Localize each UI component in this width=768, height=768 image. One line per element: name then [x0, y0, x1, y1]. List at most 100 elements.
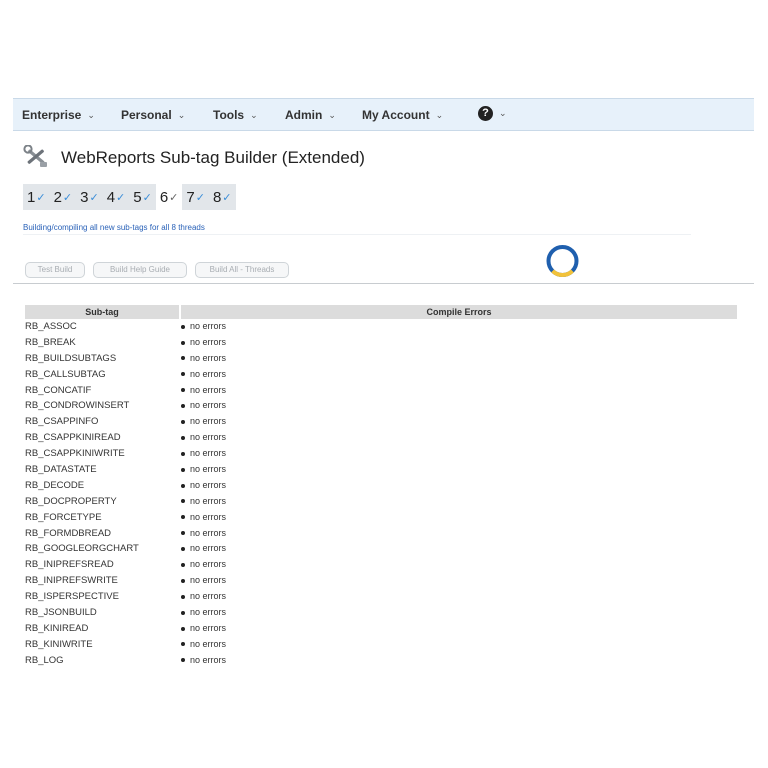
thread-step-6[interactable]: 6 ✓: [155, 184, 183, 210]
compile-errors-text: no errors: [190, 384, 227, 395]
step-number: 7: [186, 188, 195, 206]
thread-step-3[interactable]: 3 ✓: [76, 184, 103, 210]
subtag-name: RB_INIPREFSREAD: [25, 559, 114, 571]
checkmark-icon: ✓: [62, 191, 73, 204]
thread-steps: 1 ✓ 2 ✓ 3 ✓ 4 ✓ 5 ✓ 6 ✓ 7 ✓ 8 ✓: [23, 184, 236, 210]
build-help-guide-button[interactable]: Build Help Guide: [93, 262, 187, 278]
spinner-icon: [546, 245, 579, 277]
table-row: RB_LOG no errors: [25, 653, 737, 669]
bullet-icon: [181, 610, 185, 615]
table-row: RB_CSAPPKINIWRITE no errors: [25, 446, 737, 462]
thread-step-2[interactable]: 2 ✓: [49, 184, 77, 210]
compile-errors-text: no errors: [190, 495, 227, 506]
compile-errors-cell: no errors: [181, 321, 226, 331]
checkmark-icon: ✓: [116, 191, 126, 204]
bullet-icon: [181, 547, 185, 552]
status-text: Building/compiling all new sub-tags for …: [23, 223, 205, 232]
bullet-icon: [181, 435, 185, 440]
table-row: RB_ISPERSPECTIVE no errors: [25, 589, 737, 605]
subtag-name: RB_GOOGLEORGCHART: [25, 543, 139, 555]
nav-bar: Enterprise ⌄ Personal ⌄ Tools ⌄ Admin ⌄ My A…: [13, 98, 754, 131]
bullet-icon: [181, 451, 185, 456]
table-row: RB_INIPREFSWRITE no errors: [25, 573, 737, 589]
compile-errors-text: no errors: [190, 464, 227, 475]
nav-menu-enterprise[interactable]: Enterprise ⌄: [22, 108, 95, 122]
bullet-icon: [181, 578, 185, 583]
subtag-name: RB_FORCETYPE: [25, 511, 102, 523]
step-number: 6: [159, 188, 169, 206]
bullet-icon: [181, 372, 185, 377]
chevron-down-icon: ⌄: [435, 110, 444, 120]
step-number: 4: [106, 188, 116, 206]
nav-menu-my-account[interactable]: My Account ⌄: [362, 108, 443, 122]
subtag-name: RB_FORMDBREAD: [25, 527, 112, 539]
loading-spinner: [541, 240, 584, 282]
nav-label: Personal: [121, 108, 172, 122]
thread-step-5[interactable]: 5 ✓: [129, 184, 156, 210]
table-row: RB_CSAPPINFO no errors: [25, 414, 737, 430]
table-row: RB_ASSOC no errors: [25, 319, 737, 335]
compile-errors-cell: no errors: [181, 591, 226, 601]
compile-errors-text: no errors: [190, 575, 227, 586]
step-number: 1: [27, 188, 36, 206]
compile-errors-cell: no errors: [181, 512, 226, 522]
compile-errors-cell: no errors: [181, 385, 226, 395]
compile-errors-cell: no errors: [181, 575, 226, 585]
table-row: RB_GOOGLEORGCHART no errors: [25, 541, 737, 557]
test-build-button[interactable]: Test Build: [25, 262, 85, 278]
subtag-name: RB_DECODE: [25, 479, 85, 491]
nav-menu-tools[interactable]: Tools ⌄: [213, 108, 258, 122]
step-number: 5: [133, 188, 142, 206]
compile-errors-text: no errors: [190, 336, 227, 347]
subtag-name: RB_CONCATIF: [25, 384, 92, 396]
subtag-name: RB_CSAPPKINIWRITE: [25, 448, 125, 460]
compile-errors-cell: no errors: [181, 464, 226, 474]
bullet-icon: [181, 404, 185, 409]
step-number: 3: [80, 188, 89, 206]
nav-menu-admin[interactable]: Admin ⌄: [285, 108, 336, 122]
compile-errors-cell: no errors: [181, 432, 226, 442]
compile-errors-cell: no errors: [181, 480, 226, 490]
subtag-name: RB_CSAPPKINIREAD: [25, 432, 121, 444]
bullet-icon: [181, 483, 185, 488]
page-title: WebReports Sub-tag Builder (Extended): [61, 148, 365, 167]
compile-errors-cell: no errors: [181, 353, 226, 363]
compile-errors-cell: no errors: [181, 496, 226, 506]
help-icon: ?: [478, 106, 493, 122]
compile-errors-text: no errors: [190, 352, 227, 363]
table-row: RB_JSONBUILD no errors: [25, 605, 737, 621]
subtag-name: RB_BREAK: [25, 336, 76, 348]
table-row: RB_CONDROWINSERT no errors: [25, 398, 737, 414]
nav-menu-help[interactable]: ? ⌄: [478, 106, 507, 122]
table-row: RB_INIPREFSREAD no errors: [25, 557, 737, 573]
subtag-name: RB_ASSOC: [25, 321, 77, 332]
bullet-icon: [181, 419, 185, 424]
section-divider: [13, 283, 754, 284]
thread-step-7[interactable]: 7 ✓: [182, 184, 209, 210]
thread-step-8[interactable]: 8 ✓: [208, 184, 236, 210]
checkmark-icon: ✓: [222, 191, 232, 204]
table-row: RB_BUILDSUBTAGS no errors: [25, 351, 737, 367]
compile-errors-text: no errors: [190, 479, 227, 490]
subtag-name: RB_LOG: [25, 654, 64, 666]
compile-errors-text: no errors: [190, 416, 227, 427]
build-all-threads-button[interactable]: Build All - Threads: [195, 262, 289, 278]
compile-errors-text: no errors: [190, 527, 227, 538]
step-number: 8: [212, 188, 222, 206]
compile-errors-text: no errors: [190, 607, 227, 618]
compile-errors-cell: no errors: [181, 559, 226, 569]
subtag-name: RB_KINIWRITE: [25, 638, 93, 650]
subtag-name: RB_BUILDSUBTAGS: [25, 352, 117, 364]
compile-errors-text: no errors: [190, 559, 227, 570]
thread-step-1[interactable]: 1 ✓: [23, 184, 50, 210]
compile-errors-text: no errors: [190, 654, 227, 665]
table-row: RB_DATASTATE no errors: [25, 462, 737, 478]
thread-step-4[interactable]: 4 ✓: [102, 184, 130, 210]
nav-label: Admin: [285, 108, 323, 122]
compile-errors-text: no errors: [190, 638, 227, 649]
nav-menu-personal[interactable]: Personal ⌄: [121, 108, 185, 122]
compile-errors-text: no errors: [190, 511, 227, 522]
chevron-down-icon: ⌄: [87, 110, 95, 120]
bullet-icon: [181, 642, 185, 647]
column-header-subtag: Sub-tag: [25, 305, 179, 319]
